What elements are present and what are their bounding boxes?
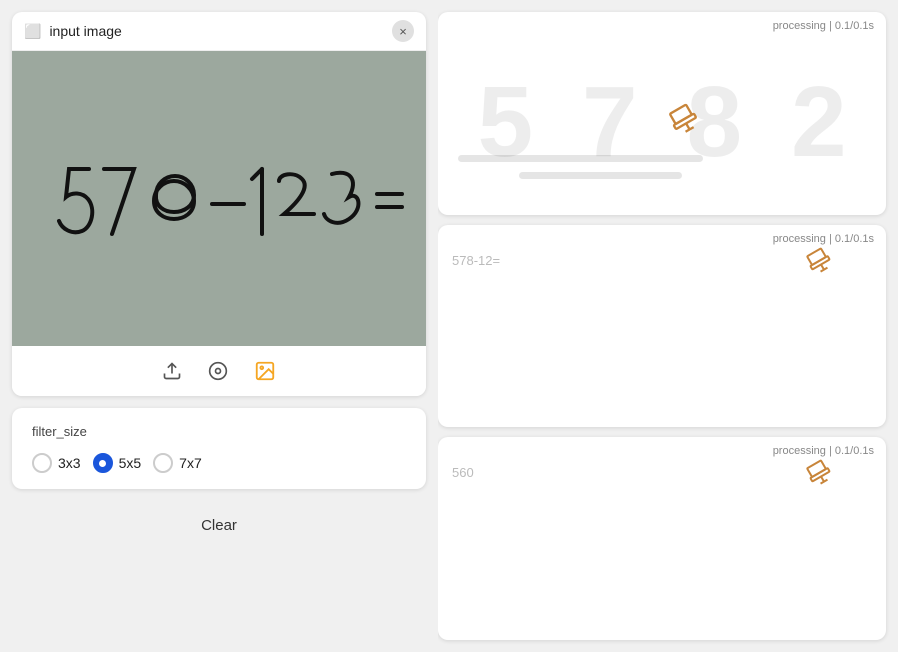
filter-label: filter_size bbox=[32, 424, 406, 439]
radio-label-7x7: 7x7 bbox=[179, 455, 202, 471]
image-card: ⬜ input image × bbox=[12, 12, 426, 396]
result-card-header-2: processing | 0.1/0.1s bbox=[438, 225, 886, 249]
radio-circle-7x7 bbox=[153, 453, 173, 473]
stroke-1 bbox=[458, 155, 703, 162]
stamp-icon-3 bbox=[807, 461, 831, 490]
image-display bbox=[12, 51, 426, 346]
active-image-icon bbox=[254, 360, 276, 382]
processing-badge-1: processing | 0.1/0.1s bbox=[773, 20, 874, 32]
left-panel: ⬜ input image × bbox=[0, 0, 438, 652]
stamp-svg-3 bbox=[803, 457, 836, 490]
camera-icon bbox=[208, 361, 228, 381]
bg-numbers: 5 7 8 2 bbox=[438, 36, 886, 209]
radio-label-5x5: 5x5 bbox=[119, 455, 142, 471]
result-card-small-2: processing | 0.1/0.1s 560 bbox=[438, 437, 886, 640]
result-small-body-2: 560 bbox=[438, 461, 886, 490]
radio-label-3x3: 3x3 bbox=[58, 455, 81, 471]
image-icon: ⬜ bbox=[24, 23, 41, 40]
image-card-title: input image bbox=[49, 23, 384, 39]
result-small-body-1: 578-12= bbox=[438, 249, 886, 278]
radio-option-5x5[interactable]: 5x5 bbox=[93, 453, 142, 473]
radio-group: 3x3 5x5 7x7 bbox=[32, 453, 406, 473]
right-panel: processing | 0.1/0.1s 5 7 8 2 bbox=[438, 0, 898, 652]
stamp-svg-2 bbox=[803, 244, 836, 277]
result-card-small-1: processing | 0.1/0.1s 578-12= bbox=[438, 225, 886, 428]
camera-button[interactable] bbox=[204, 357, 232, 385]
upload-icon bbox=[162, 361, 182, 381]
result-card-body-1: 5 7 8 2 bbox=[438, 36, 886, 209]
upload-button[interactable] bbox=[158, 357, 186, 385]
image-active-button[interactable] bbox=[250, 356, 280, 386]
result-card-large: processing | 0.1/0.1s 5 7 8 2 bbox=[438, 12, 886, 215]
radio-option-3x3[interactable]: 3x3 bbox=[32, 453, 81, 473]
radio-circle-3x3 bbox=[32, 453, 52, 473]
strokes-overlay bbox=[458, 155, 866, 179]
radio-circle-5x5 bbox=[93, 453, 113, 473]
image-card-header: ⬜ input image × bbox=[12, 12, 426, 51]
equation-svg bbox=[34, 149, 404, 249]
result-card-header-1: processing | 0.1/0.1s bbox=[438, 12, 886, 36]
filter-card: filter_size 3x3 5x5 7x7 bbox=[12, 408, 426, 489]
stamp-icon-2 bbox=[807, 249, 831, 278]
close-button[interactable]: × bbox=[392, 20, 414, 42]
stroke-2 bbox=[519, 172, 682, 179]
processing-badge-3: processing | 0.1/0.1s bbox=[773, 445, 874, 457]
image-toolbar bbox=[12, 346, 426, 396]
radio-option-7x7[interactable]: 7x7 bbox=[153, 453, 202, 473]
processing-badge-2: processing | 0.1/0.1s bbox=[773, 233, 874, 245]
clear-button[interactable]: Clear bbox=[12, 501, 426, 550]
